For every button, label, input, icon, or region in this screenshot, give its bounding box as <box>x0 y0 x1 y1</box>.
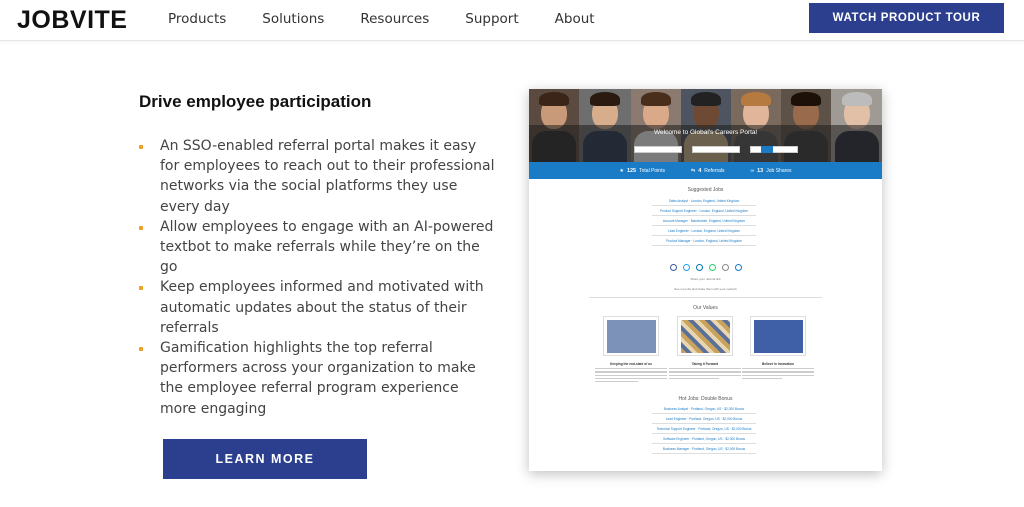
hot-job-row: Lead Engineer · Portland, Oregon, US · $… <box>652 415 756 424</box>
job-search-fields <box>634 146 798 153</box>
our-values-title: Our Values <box>693 305 718 311</box>
job-row: Product Manager · London, England, Unite… <box>652 237 756 246</box>
feature-list: An SSO-enabled referral portal makes it … <box>139 136 499 419</box>
watch-product-tour-button[interactable]: WATCH PRODUCT TOUR <box>809 3 1004 33</box>
link-icon: ∞ <box>750 167 755 174</box>
stat-referrals: ⇆ 4 Referrals <box>690 167 725 174</box>
value-name: Believe in Innovation <box>762 362 794 366</box>
star-icon: ★ <box>619 167 624 174</box>
value-card <box>677 316 733 356</box>
hot-job-row: Business Analyst · Portland, Oregon, US … <box>652 405 756 414</box>
value-name: Taking it Forward <box>691 362 719 366</box>
share-icon: ⇆ <box>690 167 696 174</box>
main-menu: Products Solutions Resources Support Abo… <box>168 11 631 27</box>
portal-welcome-title: Welcome to Global's Careers Portal <box>654 129 757 136</box>
hot-job-row: Business Manager · Portland, Oregon, US … <box>652 445 756 454</box>
points-bar: ★ 125 Total Points ⇆ 4 Referrals ∞ 13 Job Shar… <box>529 162 882 179</box>
value-card <box>603 316 659 356</box>
hero-photo-strip: Welcome to Global's Careers Portal <box>529 89 882 162</box>
feature-bullet: Allow employees to engage with an AI-pow… <box>139 217 499 278</box>
hot-job-row: Technical Support Engineer · Portland, O… <box>652 425 756 434</box>
section-heading: Drive employee participation <box>139 92 372 111</box>
search-button <box>761 146 773 153</box>
hot-job-row: Software Engineer · Portland, Oregon, US… <box>652 435 756 444</box>
feature-bullet: An SSO-enabled referral portal makes it … <box>139 136 499 217</box>
job-row: Product Support Engineer · London, Engla… <box>652 207 756 216</box>
learn-more-button[interactable]: LEARN MORE <box>163 439 367 479</box>
nav-item-solutions[interactable]: Solutions <box>262 11 324 27</box>
share-note: Share your referral link <box>690 277 721 281</box>
job-row: Sales Analyst · London, England, United … <box>652 197 756 206</box>
stat-shares: ∞ 13 Job Shares <box>750 167 792 174</box>
stat-points: ★ 125 Total Points <box>619 167 665 174</box>
link-note: See our jobs and share them with your ne… <box>674 287 737 291</box>
hot-jobs-title: Hot Jobs: Double Bonus <box>678 396 733 402</box>
top-nav: JOBVITE Products Solutions Resources Sup… <box>0 0 1024 41</box>
referral-portal-screenshot: Welcome to Global's Careers Portal ★ 125 T… <box>529 89 882 471</box>
job-row: Account Manager · Manchester, England, U… <box>652 217 756 226</box>
feature-bullet: Gamification highlights the top referral… <box>139 338 499 419</box>
job-row: Lead Engineer · London, England, United … <box>652 227 756 236</box>
nav-item-products[interactable]: Products <box>168 11 226 27</box>
value-name: Keeping the end-state of us <box>610 362 652 366</box>
jobvite-logo[interactable]: JOBVITE <box>17 6 127 35</box>
social-share-icons <box>670 264 742 271</box>
suggested-jobs-title: Suggested Jobs <box>687 187 724 193</box>
nav-item-resources[interactable]: Resources <box>360 11 429 27</box>
nav-item-support[interactable]: Support <box>465 11 518 27</box>
value-card <box>750 316 806 356</box>
feature-bullet: Keep employees informed and motivated wi… <box>139 277 499 338</box>
nav-item-about[interactable]: About <box>555 11 595 27</box>
